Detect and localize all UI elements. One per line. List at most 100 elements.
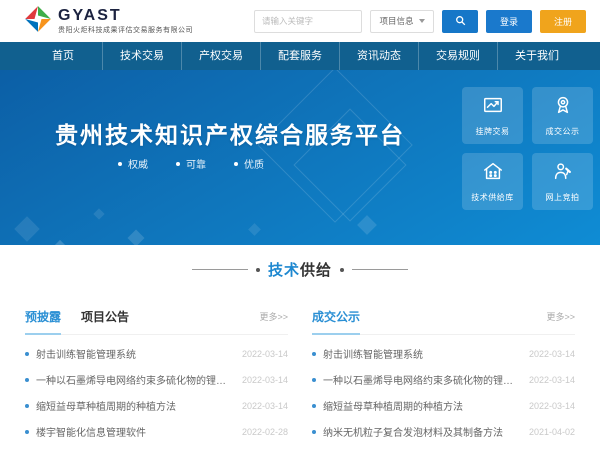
hero-quick-links: 挂牌交易 成交公示 <box>462 87 593 210</box>
nav-item-home[interactable]: 首页 <box>24 42 102 70</box>
auction-icon <box>552 160 574 187</box>
card-online-auction[interactable]: 网上竞拍 <box>532 153 593 210</box>
nav-item-property-trade[interactable]: 产权交易 <box>181 42 260 70</box>
title-dot-right <box>340 268 344 272</box>
card-label: 网上竞拍 <box>546 192 580 203</box>
medal-icon <box>552 94 574 121</box>
bullet-dot-icon <box>312 404 316 408</box>
item-date: 2022-03-14 <box>242 375 288 385</box>
search-category-value: 项目信息 <box>379 15 413 27</box>
hero-features: 权威 可靠 优质 <box>118 156 264 171</box>
section-title-accent: 技术 <box>268 262 300 279</box>
item-title[interactable]: 射击训练智能管理系统 <box>36 346 232 361</box>
tab-project-notice[interactable]: 项目公告 <box>81 308 129 334</box>
item-title[interactable]: 射击训练智能管理系统 <box>323 346 519 361</box>
card-deal-announcement[interactable]: 成交公示 <box>532 87 593 144</box>
item-date: 2021-04-02 <box>529 427 575 437</box>
nav-item-tech-trade[interactable]: 技术交易 <box>102 42 181 70</box>
item-title[interactable]: 一种以石墨烯导电网络约束多硫化物的锂硫电... <box>323 372 519 387</box>
right-tab-row: 成交公示 更多>> <box>312 308 575 335</box>
left-more-link[interactable]: 更多>> <box>259 310 288 332</box>
feature-label: 权威 <box>128 156 148 171</box>
item-title[interactable]: 一种以石墨烯导电网络约束多硫化物的锂硫电... <box>36 372 232 387</box>
warehouse-icon <box>482 160 504 187</box>
search-category-select[interactable]: 项目信息 <box>370 10 434 33</box>
search-input[interactable] <box>254 10 362 33</box>
item-date: 2022-03-14 <box>242 349 288 359</box>
bullet-dot-icon <box>176 162 180 166</box>
bullet-dot-icon <box>25 378 29 382</box>
list-item[interactable]: 射击训练智能管理系统 2022-03-14 <box>312 346 575 361</box>
card-label: 技术供给库 <box>471 192 514 203</box>
hero-banner: 贵州技术知识产权综合服务平台 权威 可靠 优质 挂牌交易 <box>0 70 600 245</box>
nav-item-services[interactable]: 配套服务 <box>260 42 339 70</box>
pre-disclosure-panel: 预披露 项目公告 更多>> 射击训练智能管理系统 2022-03-14 一种以石… <box>25 308 288 451</box>
bullet-dot-icon <box>25 352 29 356</box>
title-line-left <box>192 269 248 270</box>
deal-announcement-panel: 成交公示 更多>> 射击训练智能管理系统 2022-03-14 一种以石墨烯导电… <box>312 308 575 451</box>
right-more-link[interactable]: 更多>> <box>546 310 575 332</box>
tab-pre-disclosure[interactable]: 预披露 <box>25 308 61 334</box>
diamond-decoration <box>128 230 145 245</box>
site-logo[interactable]: GYAST 贵阳火炬科技成果评估交易服务有限公司 <box>24 5 193 38</box>
chart-icon <box>482 94 504 121</box>
card-label: 成交公示 <box>546 126 580 137</box>
pinwheel-logo-icon <box>24 5 52 38</box>
bullet-dot-icon <box>312 352 316 356</box>
feature-label: 可靠 <box>186 156 206 171</box>
item-date: 2022-03-14 <box>242 401 288 411</box>
tech-supply-section: 技术供给 预披露 项目公告 更多>> 射击训练智能管理系统 2022-03-14… <box>0 245 600 451</box>
register-button[interactable]: 注册 <box>540 10 586 33</box>
search-icon <box>454 14 467 29</box>
list-item[interactable]: 射击训练智能管理系统 2022-03-14 <box>25 346 288 361</box>
card-listed-trading[interactable]: 挂牌交易 <box>462 87 523 144</box>
item-title[interactable]: 缩短益母草种植周期的种植方法 <box>36 398 232 413</box>
diamond-decoration <box>14 216 39 241</box>
hero-title: 贵州技术知识产权综合服务平台 <box>55 116 405 150</box>
item-date: 2022-03-14 <box>529 349 575 359</box>
nav-item-news[interactable]: 资讯动态 <box>339 42 418 70</box>
bullet-dot-icon <box>118 162 122 166</box>
item-date: 2022-03-14 <box>529 401 575 411</box>
company-name: 贵阳火炬科技成果评估交易服务有限公司 <box>58 27 193 35</box>
left-tab-row: 预披露 项目公告 更多>> <box>25 308 288 335</box>
brand-name: GYAST <box>58 7 193 25</box>
bullet-dot-icon <box>312 378 316 382</box>
login-button[interactable]: 登录 <box>486 10 532 33</box>
left-list: 射击训练智能管理系统 2022-03-14 一种以石墨烯导电网络约束多硫化物的锂… <box>25 346 288 451</box>
item-title[interactable]: 缩短益母草种植周期的种植方法 <box>323 398 519 413</box>
item-title[interactable]: 楼宇智能化信息管理软件 <box>36 424 232 439</box>
diamond-decoration <box>93 208 104 219</box>
list-item[interactable]: 楼宇智能化信息管理软件 2022-02-28 <box>25 424 288 439</box>
bullet-dot-icon <box>234 162 238 166</box>
bullet-dot-icon <box>25 404 29 408</box>
nav-item-about[interactable]: 关于我们 <box>497 42 576 70</box>
search-button[interactable] <box>442 10 478 33</box>
feature-label: 优质 <box>244 156 264 171</box>
section-title-rest: 供给 <box>300 262 332 279</box>
list-item[interactable]: 纳米无机粒子复合发泡材料及其制备方法 2021-04-02 <box>312 424 575 439</box>
header-actions: 项目信息 登录 注册 <box>254 10 586 33</box>
right-list: 射击训练智能管理系统 2022-03-14 一种以石墨烯导电网络约束多硫化物的锂… <box>312 346 575 451</box>
chevron-down-icon <box>419 19 425 23</box>
nav-item-rules[interactable]: 交易规则 <box>418 42 497 70</box>
bullet-dot-icon <box>312 430 316 434</box>
item-title[interactable]: 纳米无机粒子复合发泡材料及其制备方法 <box>323 424 519 439</box>
title-line-right <box>352 269 408 270</box>
list-item[interactable]: 缩短益母草种植周期的种植方法 2022-03-14 <box>25 398 288 413</box>
list-panels: 预披露 项目公告 更多>> 射击训练智能管理系统 2022-03-14 一种以石… <box>0 308 600 451</box>
list-item[interactable]: 缩短益母草种植周期的种植方法 2022-03-14 <box>312 398 575 413</box>
item-date: 2022-02-28 <box>242 427 288 437</box>
section-title: 技术供给 <box>0 259 600 280</box>
main-nav: 首页 技术交易 产权交易 配套服务 资讯动态 交易规则 关于我们 <box>0 42 600 70</box>
bullet-dot-icon <box>25 430 29 434</box>
item-date: 2022-03-14 <box>529 375 575 385</box>
card-tech-supply-library[interactable]: 技术供给库 <box>462 153 523 210</box>
diamond-decoration <box>248 223 261 236</box>
card-label: 挂牌交易 <box>476 126 510 137</box>
list-item[interactable]: 一种以石墨烯导电网络约束多硫化物的锂硫电... 2022-03-14 <box>312 372 575 387</box>
top-header: GYAST 贵阳火炬科技成果评估交易服务有限公司 项目信息 登录 注册 <box>0 0 600 42</box>
tab-deal-announcement[interactable]: 成交公示 <box>312 308 360 334</box>
diamond-decoration <box>357 215 377 235</box>
list-item[interactable]: 一种以石墨烯导电网络约束多硫化物的锂硫电... 2022-03-14 <box>25 372 288 387</box>
